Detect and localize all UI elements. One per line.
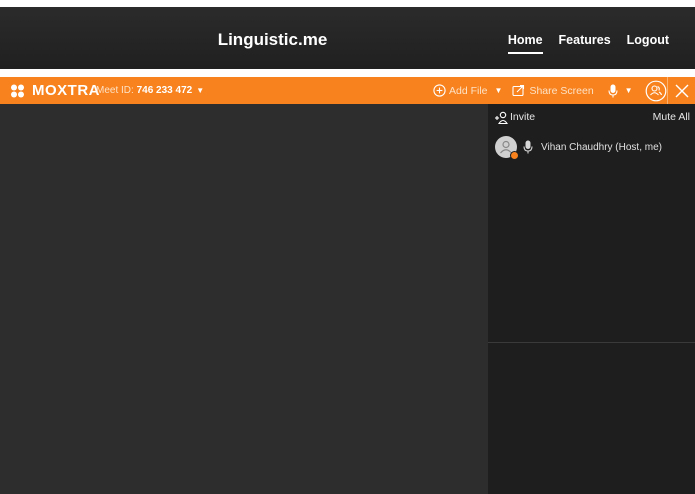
close-icon (675, 84, 688, 97)
meet-id-label: Meet ID: (96, 85, 134, 96)
microphone-icon (608, 84, 618, 97)
caret-down-icon: ▼ (624, 86, 633, 95)
caret-down-icon: ▼ (494, 86, 503, 95)
participants-header: Invite Mute All (488, 104, 695, 130)
mute-all-button[interactable]: Mute All (653, 104, 690, 130)
invite-button[interactable]: Invite (494, 104, 535, 130)
moxtra-brand-text: MOXTRA (32, 82, 100, 99)
nav-home-link[interactable]: Home (507, 33, 543, 54)
moxtra-logo: MOXTRA (10, 77, 100, 104)
site-title: Linguistic.me (217, 30, 328, 49)
share-screen-label: Share Screen (529, 84, 594, 97)
participants-button[interactable] (645, 80, 667, 102)
meet-id-value: 746 233 472 (136, 85, 193, 96)
close-meeting-button[interactable] (667, 77, 695, 104)
logo-icon (11, 84, 24, 97)
meet-id-dropdown[interactable]: Meet ID: 746 233 472 ▼ (96, 77, 204, 104)
nav-features-link[interactable]: Features (559, 33, 611, 47)
meeting-stage (0, 104, 488, 494)
caret-down-icon: ▼ (196, 86, 205, 95)
avatar (495, 136, 519, 160)
invite-label: Invite (510, 111, 536, 123)
share-screen-button[interactable]: Share Screen (512, 84, 594, 97)
participants-panel: Invite Mute All Vihan Chaudhry (Host, me… (488, 104, 695, 494)
participant-row[interactable]: Vihan Chaudhry (Host, me) (495, 134, 662, 160)
microphone-icon (523, 140, 533, 154)
participant-name: Vihan Chaudhry (Host, me) (541, 141, 662, 153)
add-file-label: Add File (449, 84, 488, 97)
plus-circle-icon (433, 84, 446, 97)
participants-icon (645, 80, 666, 101)
share-screen-icon (512, 84, 525, 97)
site-header: Linguistic.me Home Features Logout (0, 7, 695, 69)
panel-divider (488, 342, 695, 343)
microphone-button[interactable]: ▼ (608, 84, 633, 98)
add-user-icon (495, 111, 508, 124)
nav-logout-link[interactable]: Logout (627, 33, 669, 47)
presence-dot (510, 151, 519, 160)
add-file-button[interactable]: Add File ▼ (433, 84, 502, 97)
meeting-actions: Add File ▼ Share Screen ▼ (433, 77, 667, 104)
meeting-toolbar: MOXTRA Meet ID: 746 233 472 ▼ Add File ▼ … (0, 77, 695, 104)
main-nav: Home Features Logout (507, 7, 669, 73)
